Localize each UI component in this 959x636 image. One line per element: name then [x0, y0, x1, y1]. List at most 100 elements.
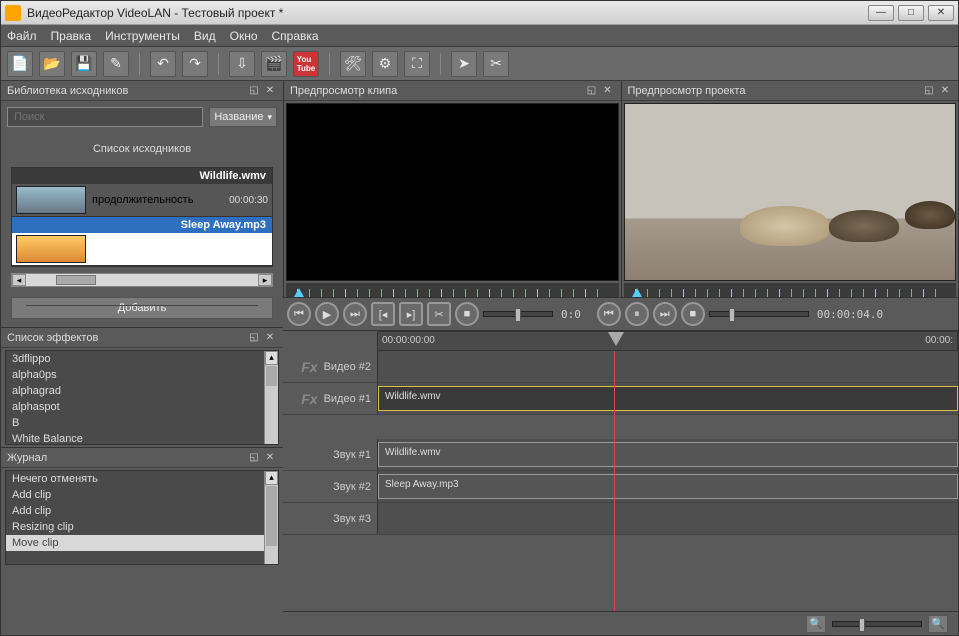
zoom-slider[interactable]	[832, 621, 922, 627]
track-video-2: Fx Видео #2	[283, 351, 958, 383]
project-position-slider[interactable]	[709, 311, 809, 317]
library-undock-icon[interactable]: ◱	[247, 84, 261, 98]
fx-icon[interactable]: Fx	[301, 359, 317, 375]
sort-combo[interactable]: Название	[209, 107, 277, 127]
clip-video-wildlife[interactable]: Wildlife.wmv	[378, 386, 958, 411]
effect-item[interactable]: alphaspot	[6, 399, 278, 415]
undo-icon[interactable]: ↶	[150, 51, 176, 77]
effect-item[interactable]: 3dflippo	[6, 351, 278, 367]
journal-item[interactable]: Resizing clip	[6, 519, 278, 535]
library-panel-header: Библиотека исходников ◱ ✕	[1, 81, 283, 101]
journal-item[interactable]: Move clip	[6, 535, 278, 551]
scroll-up-icon[interactable]: ▴	[265, 471, 278, 485]
track-lane[interactable]: Wildlife.wmv	[377, 439, 958, 470]
prev-frame-button[interactable]: ⏮	[287, 302, 311, 326]
project-next-button[interactable]: ⏭	[653, 302, 677, 326]
journal-item[interactable]: Нечего отменять	[6, 471, 278, 487]
effect-item[interactable]: White Balance	[6, 431, 278, 445]
pointer-tool-icon[interactable]: ➤	[451, 51, 477, 77]
project-preview-close-icon[interactable]: ✕	[938, 84, 952, 98]
effect-item[interactable]: alphagrad	[6, 383, 278, 399]
app-icon	[5, 5, 21, 21]
track-lane[interactable]: Sleep Away.mp3	[377, 471, 958, 502]
clip-audio-wildlife[interactable]: Wildlife.wmv	[378, 442, 958, 467]
maximize-button[interactable]: □	[898, 5, 924, 21]
scroll-right-icon[interactable]: ▸	[258, 274, 272, 286]
playhead-line[interactable]	[614, 351, 615, 611]
new-project-icon[interactable]: 📄	[7, 51, 33, 77]
clip-preview-close-icon[interactable]: ✕	[601, 84, 615, 98]
effect-item[interactable]: B	[6, 415, 278, 431]
project-preview-undock-icon[interactable]: ◱	[922, 84, 936, 98]
cut-tool-icon[interactable]: ✂	[483, 51, 509, 77]
project-stop-button[interactable]: ■	[681, 302, 705, 326]
playhead-icon[interactable]	[608, 332, 624, 346]
journal-close-icon[interactable]: ✕	[263, 451, 277, 465]
open-icon[interactable]: 📂	[39, 51, 65, 77]
effects-undock-icon[interactable]: ◱	[247, 331, 261, 345]
project-prev-button[interactable]: ⏮	[597, 302, 621, 326]
scroll-left-icon[interactable]: ◂	[12, 274, 26, 286]
titlebar: ВидеоРедактор VideoLAN - Тестовый проект…	[1, 1, 958, 25]
menu-help[interactable]: Справка	[272, 29, 319, 43]
effects-close-icon[interactable]: ✕	[263, 331, 277, 345]
project-preview-header: Предпросмотр проекта ◱ ✕	[622, 81, 959, 101]
journal-item[interactable]: Add clip	[6, 487, 278, 503]
track-label: Видео #2	[324, 361, 371, 373]
close-button[interactable]: ✕	[928, 5, 954, 21]
fx-icon[interactable]: Fx	[301, 391, 317, 407]
timeline-footer: 🔍 🔍	[283, 611, 958, 635]
menu-view[interactable]: Вид	[194, 29, 216, 43]
stop-button[interactable]: ■	[455, 302, 479, 326]
effect-item[interactable]: alpha0ps	[6, 367, 278, 383]
timeline-end-label: 00:00:	[925, 335, 953, 346]
clip-preview-ruler[interactable]	[286, 283, 619, 297]
marker-icon[interactable]	[294, 288, 304, 297]
save-as-icon[interactable]: ✎	[103, 51, 129, 77]
project-preview-viewport[interactable]	[624, 103, 957, 281]
project-settings-icon[interactable]: ⚙	[372, 51, 398, 77]
next-frame-button[interactable]: ⏭	[343, 302, 367, 326]
journal-undock-icon[interactable]: ◱	[247, 451, 261, 465]
youtube-icon[interactable]: YouTube	[293, 51, 319, 77]
save-icon[interactable]: 💾	[71, 51, 97, 77]
redo-icon[interactable]: ↷	[182, 51, 208, 77]
timeline-ruler[interactable]: 00:00:00:00 00:00:	[377, 331, 958, 351]
minimize-button[interactable]: —	[868, 5, 894, 21]
track-lane[interactable]	[377, 503, 958, 534]
scroll-up-icon[interactable]: ▴	[265, 351, 278, 365]
menu-window[interactable]: Окно	[230, 29, 258, 43]
library-close-icon[interactable]: ✕	[263, 84, 277, 98]
project-play-button[interactable]: ⏸	[625, 302, 649, 326]
project-preview-ruler[interactable]	[624, 283, 957, 297]
marker-icon[interactable]	[632, 288, 642, 297]
play-button[interactable]: ▶	[315, 302, 339, 326]
menu-edit[interactable]: Правка	[51, 29, 92, 43]
menu-file[interactable]: Файл	[7, 29, 37, 43]
search-input[interactable]	[7, 107, 203, 127]
clip-preview-viewport[interactable]	[286, 103, 619, 281]
menu-tools[interactable]: Инструменты	[105, 29, 180, 43]
media-item-sleepaway[interactable]: Sleep Away.mp3	[12, 217, 272, 266]
mark-in-button[interactable]: [◂	[371, 302, 395, 326]
effects-scrollbar[interactable]: ▴	[264, 351, 278, 444]
track-label: Звук #3	[333, 513, 371, 525]
import-icon[interactable]: ⇩	[229, 51, 255, 77]
clip-preview-undock-icon[interactable]: ◱	[585, 84, 599, 98]
journal-scrollbar[interactable]: ▴	[264, 471, 278, 564]
zoom-in-button[interactable]: 🔍	[928, 615, 948, 633]
settings-icon[interactable]: 🛠	[340, 51, 366, 77]
media-scrollbar[interactable]: ◂ ▸	[11, 273, 273, 287]
clip-audio-sleepaway[interactable]: Sleep Away.mp3	[378, 474, 958, 499]
window-title: ВидеоРедактор VideoLAN - Тестовый проект…	[27, 6, 868, 20]
journal-item[interactable]: Add clip	[6, 503, 278, 519]
track-lane[interactable]	[377, 351, 958, 382]
zoom-out-button[interactable]: 🔍	[806, 615, 826, 633]
clip-position-slider[interactable]	[483, 311, 553, 317]
track-lane[interactable]: Wildlife.wmv	[377, 383, 958, 414]
split-button[interactable]: ✂	[427, 302, 451, 326]
fullscreen-icon[interactable]: ⛶	[404, 51, 430, 77]
render-icon[interactable]: 🎬	[261, 51, 287, 77]
media-item-wildlife[interactable]: Wildlife.wmv продолжительность 00:00:30	[12, 168, 272, 217]
mark-out-button[interactable]: ▸]	[399, 302, 423, 326]
